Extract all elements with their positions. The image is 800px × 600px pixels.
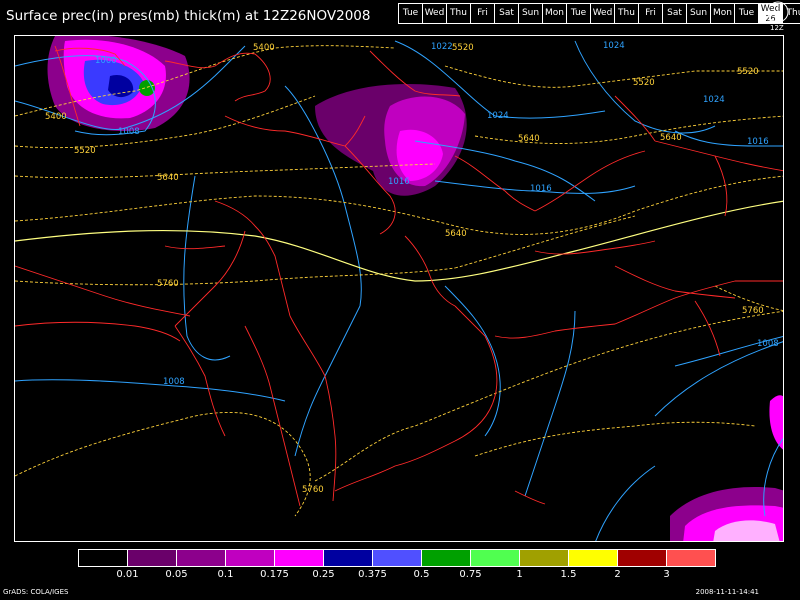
legend-swatch xyxy=(422,550,471,566)
footer-timestamp: 2008-11-11-14:41 xyxy=(695,588,759,596)
legend-swatch xyxy=(128,550,177,566)
legend-tick-label: 1 xyxy=(516,569,523,580)
svg-text:5520: 5520 xyxy=(74,146,96,156)
legend-tick-label: 0.175 xyxy=(260,569,289,580)
day-cell: Wed xyxy=(591,4,615,23)
clock-label: 12Z xyxy=(770,24,784,32)
legend-tick-label: 0.375 xyxy=(358,569,387,580)
legend-tick-label: 2 xyxy=(614,569,621,580)
day-cell: Sun xyxy=(519,4,543,23)
day-cell: Thu xyxy=(447,4,471,23)
weather-map: 1000 1008 1022 1024 1024 1024 1016 1016 … xyxy=(14,35,784,542)
legend-tick-label: 3 xyxy=(663,569,670,580)
svg-text:1024: 1024 xyxy=(703,95,725,105)
svg-text:1016: 1016 xyxy=(747,137,769,147)
svg-text:5640: 5640 xyxy=(445,229,467,239)
day-cell: Wed xyxy=(423,4,447,23)
svg-text:5760: 5760 xyxy=(157,279,179,289)
map-title: Surface prec(in) pres(mb) thick(m) at 12… xyxy=(6,8,371,24)
day-cell: Mon xyxy=(543,4,567,23)
svg-text:5400: 5400 xyxy=(45,112,67,122)
day-cell: Tue xyxy=(735,4,759,23)
legend-swatch xyxy=(520,550,569,566)
legend-tick-label: 0.75 xyxy=(459,569,482,580)
svg-text:5640: 5640 xyxy=(157,173,179,183)
legend-tick-label: 1.5 xyxy=(560,569,577,580)
day-cell: Fri xyxy=(639,4,663,23)
precip-shading xyxy=(47,36,783,541)
legend-tick-label: 0.25 xyxy=(312,569,335,580)
svg-text:5640: 5640 xyxy=(660,133,682,143)
precip-legend xyxy=(78,549,716,567)
svg-text:5520: 5520 xyxy=(737,67,759,77)
svg-text:1024: 1024 xyxy=(603,41,625,51)
legend-swatch xyxy=(667,550,715,566)
legend-swatch xyxy=(79,550,128,566)
svg-text:1016: 1016 xyxy=(530,184,552,194)
clock-icon xyxy=(767,1,789,23)
svg-text:5400: 5400 xyxy=(253,43,275,53)
day-cell: Tue xyxy=(567,4,591,23)
svg-text:1008: 1008 xyxy=(163,377,185,387)
legend-swatch xyxy=(275,550,324,566)
svg-text:1016: 1016 xyxy=(388,177,410,187)
legend-swatch xyxy=(471,550,520,566)
day-cell: Mon xyxy=(711,4,735,23)
legend-swatch xyxy=(177,550,226,566)
svg-text:5760: 5760 xyxy=(742,306,764,316)
legend-tick-label: 0.01 xyxy=(116,569,139,580)
legend-swatch xyxy=(569,550,618,566)
day-cell: Fri xyxy=(471,4,495,23)
legend-tick-label: 0.5 xyxy=(413,569,430,580)
svg-text:5640: 5640 xyxy=(518,134,540,144)
day-cell: Thu xyxy=(615,4,639,23)
svg-text:5520: 5520 xyxy=(452,43,474,53)
svg-text:1024: 1024 xyxy=(487,111,509,121)
legend-swatch xyxy=(373,550,422,566)
day-cell: Sat xyxy=(663,4,687,23)
legend-tick-label: 0.1 xyxy=(217,569,234,580)
day-cell: Sun xyxy=(687,4,711,23)
day-strip: Tue Wed Thu Fri Sat Sun Mon Tue Wed Thu Fri Sat Sun M… xyxy=(398,3,800,24)
day-cell: Tue xyxy=(399,4,423,23)
legend-swatch xyxy=(226,550,275,566)
svg-text:5520: 5520 xyxy=(633,78,655,88)
svg-text:5760: 5760 xyxy=(302,485,324,495)
svg-text:1022: 1022 xyxy=(431,42,453,52)
svg-text:1008: 1008 xyxy=(757,339,779,349)
day-cell: Sat xyxy=(495,4,519,23)
svg-text:1000: 1000 xyxy=(95,56,117,66)
legend-swatch xyxy=(324,550,373,566)
legend-tick-label: 0.05 xyxy=(165,569,188,580)
legend-ticks: 0.01 0.05 0.1 0.175 0.25 0.375 0.5 0.75 1 1.5 2 3 xyxy=(0,569,800,581)
legend-swatch xyxy=(618,550,667,566)
footer-credit: GrADS: COLA/IGES xyxy=(3,588,69,596)
svg-text:1008: 1008 xyxy=(118,127,140,137)
